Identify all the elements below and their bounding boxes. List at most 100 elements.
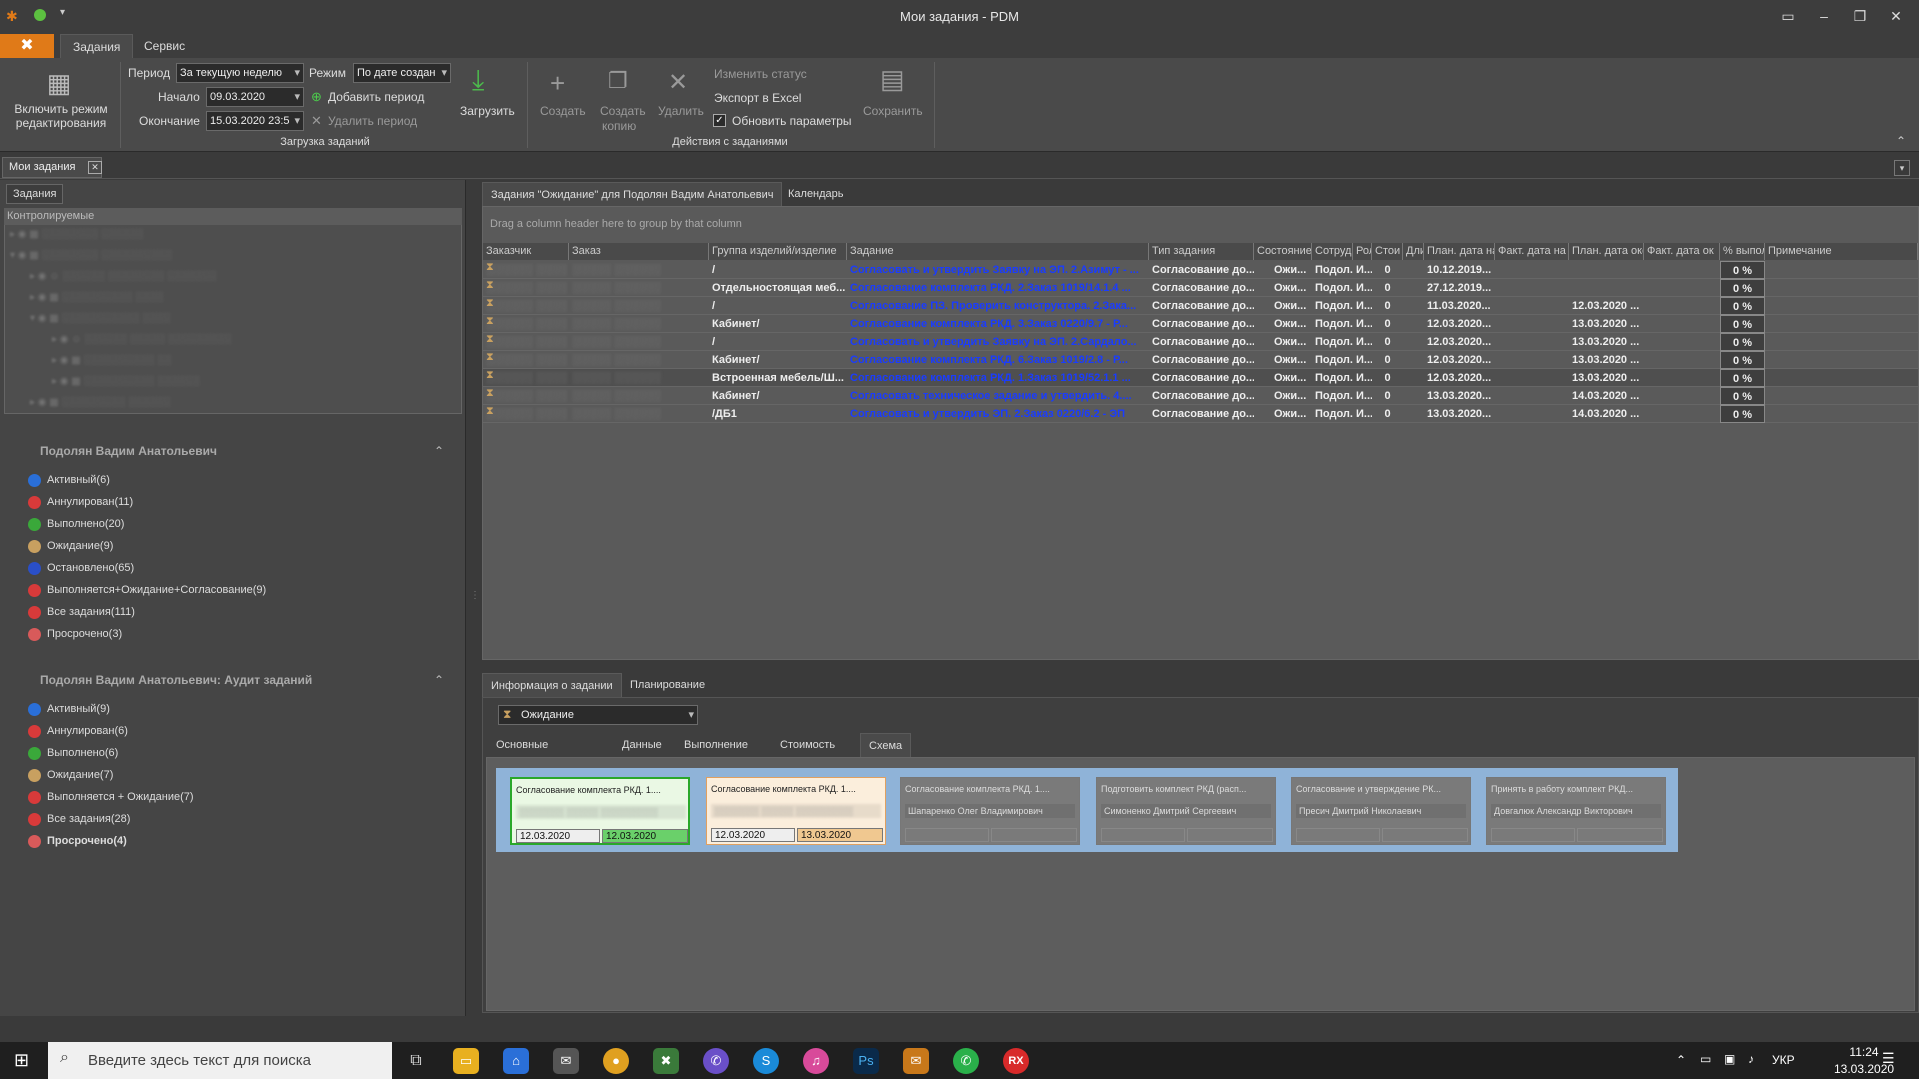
itunes-icon[interactable]: ♫	[803, 1048, 829, 1074]
create-button[interactable]: Создать	[540, 104, 586, 118]
whatsapp-icon[interactable]: ✆	[953, 1048, 979, 1074]
status-filter-item[interactable]: Просрочено(4)	[28, 831, 127, 851]
bp-step-card[interactable]: Согласование и утверждение РК... Пресич Д…	[1291, 777, 1471, 845]
viber-icon[interactable]: ✆	[703, 1048, 729, 1074]
tab-planning[interactable]: Планирование	[622, 673, 713, 697]
load-button[interactable]: Загрузить	[460, 104, 515, 118]
column-header[interactable]: Дли	[1403, 243, 1424, 260]
skype-icon[interactable]: S	[753, 1048, 779, 1074]
status-filter-item[interactable]: Активный(9)	[28, 699, 110, 719]
create-copy-button[interactable]: Создать	[600, 104, 646, 118]
bp-step-card[interactable]: Подготовить комплект РКД (расп... Симонен…	[1096, 777, 1276, 845]
status-filter-item[interactable]: Выполняется + Ожидание(7)	[28, 787, 194, 807]
tree-row[interactable]: ▾ ◉ ▦ ░░░░░░░░░░░ ░░░░	[30, 313, 470, 334]
rx-icon[interactable]: RX	[1003, 1048, 1029, 1074]
tab-servis[interactable]: Сервис	[132, 34, 197, 58]
tab-calendar[interactable]: Календарь	[780, 182, 852, 206]
volume-icon[interactable]: ♪	[1748, 1052, 1754, 1066]
status-filter-item[interactable]: Выполнено(6)	[28, 743, 118, 763]
column-header[interactable]: Заказчик	[483, 243, 569, 260]
table-row[interactable]: ░░░░░░ ░░░░ ░░░░░ ░░░░░░ / Согласовать и ут…	[483, 333, 1918, 351]
task-view-icon[interactable]: ⧉	[403, 1048, 429, 1074]
tree-row[interactable]: ▸ ◉ ▦ ░░░░░░░░░░ ░░░░	[30, 292, 470, 313]
info-subtab[interactable]: Основные данные	[488, 733, 556, 775]
status-filter-item[interactable]: Ожидание(9)	[28, 536, 113, 556]
change-status-button[interactable]: Изменить статус	[714, 67, 807, 81]
close-tab-icon[interactable]: ✕	[88, 161, 102, 174]
status-filter-item[interactable]: Выполняется+Ожидание+Согласование(9)	[28, 580, 266, 600]
battery-icon[interactable]: ▭	[1700, 1052, 1711, 1066]
minimize-button[interactable]: –	[1812, 6, 1836, 26]
tree-row[interactable]: ▸ ◉ ▦ ░░░░░░░░░ ░░░░░░	[30, 397, 470, 418]
bp-step-card[interactable]: Принять в работу комплект РКД... Довгалюк…	[1486, 777, 1666, 845]
collapse-ribbon-icon[interactable]: ⌃	[1896, 134, 1906, 148]
table-row[interactable]: ░░░░░░ ░░░░ ░░░░░ ░░░░░░ Встроенная мебель…	[483, 369, 1918, 387]
mail-client-icon[interactable]: ✉	[903, 1048, 929, 1074]
status-filter-item[interactable]: Аннулирован(11)	[28, 492, 133, 512]
table-row[interactable]: ░░░░░░ ░░░░ ░░░░░ ░░░░░░ Отдельностоящая м…	[483, 279, 1918, 297]
maximize-button[interactable]: ❐	[1848, 6, 1872, 26]
bp-step-card[interactable]: Согласование комплекта РКД. 1.... Шапарен…	[900, 777, 1080, 845]
column-header[interactable]: Тип задания	[1149, 243, 1254, 260]
column-header[interactable]: План. дата око	[1569, 243, 1644, 260]
column-header[interactable]: Группа изделий/изделие	[709, 243, 847, 260]
table-row[interactable]: ░░░░░░ ░░░░ ░░░░░ ░░░░░░ / Согласовать и ут…	[483, 261, 1918, 279]
status-filter-item[interactable]: Активный(6)	[28, 470, 110, 490]
app-menu-button[interactable]: ✖	[0, 34, 54, 58]
left-tab-zadaniya[interactable]: Задания	[6, 184, 64, 204]
tree-row[interactable]: ▾ ◉ ▦ ░░░░░░░░ ░░░░░░░░░░	[10, 250, 450, 271]
close-button[interactable]: ✕	[1884, 6, 1908, 26]
status-filter-item[interactable]: Выполнено(20)	[28, 514, 124, 534]
tab-zadaniya[interactable]: Задания	[60, 34, 134, 58]
info-subtab[interactable]: Стоимость	[772, 733, 843, 757]
bp-step-card[interactable]: Согласование комплекта РКД. 1.... ░░░░░░░…	[706, 777, 886, 845]
status-filter-item[interactable]: Остановлено(65)	[28, 558, 134, 578]
tree-row[interactable]: ▸ ◉ ☺ ░░░░░░ ░░░░░ ░░░░░░░░░	[52, 334, 492, 355]
mode-select[interactable]: По дате создан	[353, 63, 451, 83]
save-button[interactable]: Сохранить	[863, 104, 923, 118]
notifications-icon[interactable]: ☰	[1882, 1050, 1895, 1067]
section1-collapse-icon[interactable]: ⌃	[434, 444, 444, 458]
table-row[interactable]: ░░░░░░ ░░░░ ░░░░░ ░░░░░░ Кабинет/Согласова…	[483, 351, 1918, 369]
table-row[interactable]: ░░░░░░ ░░░░ ░░░░░ ░░░░░░ Кабинет/Согласова…	[483, 315, 1918, 333]
column-header[interactable]: Заказ	[569, 243, 709, 260]
tabs-dropdown-icon[interactable]: ▾	[1894, 160, 1910, 176]
export-excel-button[interactable]: Экспорт в Excel	[714, 91, 801, 105]
language-indicator[interactable]: УКР	[1772, 1053, 1795, 1067]
column-header[interactable]: Задание	[847, 243, 1149, 260]
status-filter-item[interactable]: Просрочено(3)	[28, 624, 122, 644]
column-header[interactable]: Сотрудни	[1312, 243, 1353, 260]
start-date-field[interactable]: 09.03.2020	[206, 87, 304, 107]
network-icon[interactable]: ▣	[1724, 1052, 1735, 1066]
tree-row[interactable]: ▸ ◉ ▦ ░░░░░░░░ ░░░░░░	[10, 229, 450, 250]
tab-waiting-tasks[interactable]: Задания "Ожидание" для Подолян Вадим Ана…	[482, 182, 783, 206]
end-date-field[interactable]: 15.03.2020 23:5	[206, 111, 304, 131]
column-header[interactable]: План. дата на	[1424, 243, 1495, 260]
column-header[interactable]: Примечание	[1765, 243, 1918, 260]
table-row[interactable]: ░░░░░░ ░░░░ ░░░░░ ░░░░░░ Кабинет/Согласова…	[483, 387, 1918, 405]
period-select[interactable]: За текущую неделю	[176, 63, 304, 83]
update-params-checkbox[interactable]: ✓	[713, 114, 726, 127]
table-row[interactable]: ░░░░░░ ░░░░ ░░░░░ ░░░░░░ /ДБ1 Согласовать и…	[483, 405, 1918, 423]
tab-task-info[interactable]: Информация о задании	[482, 673, 622, 697]
status-filter-item[interactable]: Ожидание(7)	[28, 765, 113, 785]
tree-row[interactable]: ▸ ◉ ▦ ░░░░░░░░░░ ░░░░░░	[52, 376, 492, 397]
status-filter-item[interactable]: Аннулирован(6)	[28, 721, 128, 741]
table-row[interactable]: ░░░░░░ ░░░░ ░░░░░ ░░░░░░ / Согласование ПЗ.…	[483, 297, 1918, 315]
column-header[interactable]: Факт. дата ок	[1644, 243, 1720, 260]
tree-row[interactable]: ▸ ◉ ☺ ░░░░░░ ░░░░░░░░ ░░░░░░░	[30, 271, 470, 292]
column-header[interactable]: Состояние	[1254, 243, 1312, 260]
info-subtab[interactable]: Схема БП	[860, 733, 912, 776]
photoshop-icon[interactable]: Ps	[853, 1048, 879, 1074]
status-filter-item[interactable]: Все задания(28)	[28, 809, 130, 829]
bp-step-card[interactable]: Согласование комплекта РКД. 1.... ░░░░░░░…	[510, 777, 690, 845]
info-subtab[interactable]: Выполнение	[676, 733, 756, 757]
store-icon[interactable]: ⌂	[503, 1048, 529, 1074]
edit-mode-icon[interactable]: ▦	[44, 68, 74, 99]
column-header[interactable]: Стои	[1372, 243, 1403, 260]
column-header[interactable]: Рол	[1353, 243, 1372, 260]
add-period-button[interactable]: Добавить период	[328, 90, 424, 104]
section2-collapse-icon[interactable]: ⌃	[434, 673, 444, 687]
state-select[interactable]: Ожидание	[498, 705, 698, 725]
chrome-icon[interactable]: ●	[603, 1048, 629, 1074]
